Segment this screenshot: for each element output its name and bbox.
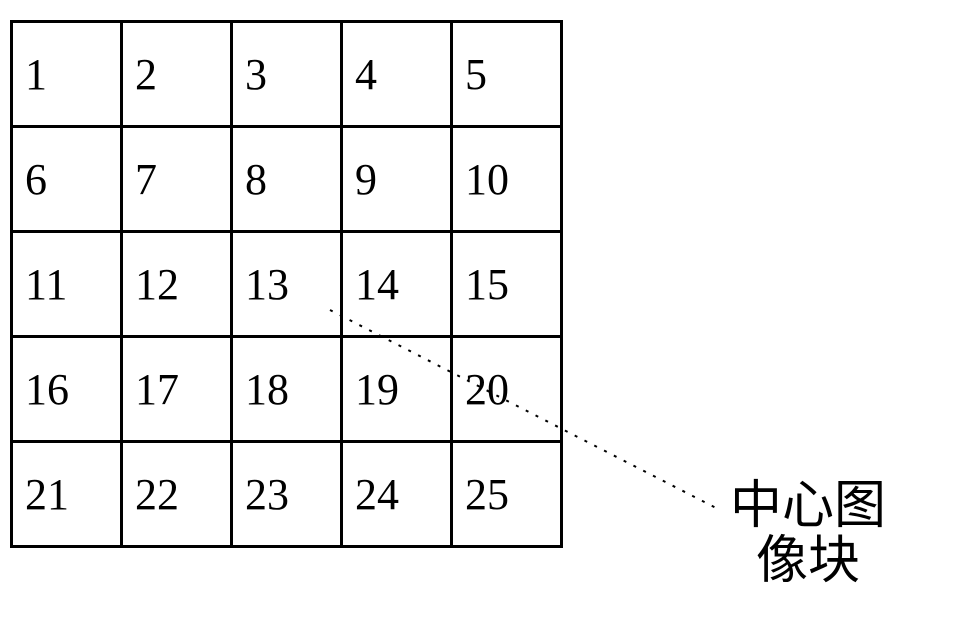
- table-row: 6 7 8 9 10: [12, 127, 562, 232]
- grid-cell: 11: [12, 232, 122, 337]
- table-row: 21 22 23 24 25: [12, 442, 562, 547]
- grid-cell: 24: [342, 442, 452, 547]
- caption-label: 中心图 像块: [730, 480, 886, 589]
- numbered-grid: 1 2 3 4 5 6 7 8 9 10 11 12 13 14 15 16 1…: [10, 20, 563, 548]
- table-row: 16 17 18 19 20: [12, 337, 562, 442]
- grid-cell: 15: [452, 232, 562, 337]
- grid-cell: 2: [122, 22, 232, 127]
- grid-cell: 6: [12, 127, 122, 232]
- grid-cell: 22: [122, 442, 232, 547]
- grid-cell: 18: [232, 337, 342, 442]
- grid-cell: 20: [452, 337, 562, 442]
- grid-cell: 4: [342, 22, 452, 127]
- grid-cell: 16: [12, 337, 122, 442]
- grid-cell: 21: [12, 442, 122, 547]
- grid-cell: 17: [122, 337, 232, 442]
- table-row: 11 12 13 14 15: [12, 232, 562, 337]
- grid-cell: 12: [122, 232, 232, 337]
- grid-cell: 1: [12, 22, 122, 127]
- grid-cell: 13: [232, 232, 342, 337]
- grid-cell: 9: [342, 127, 452, 232]
- caption-line-2: 像块: [730, 535, 886, 590]
- grid-cell: 3: [232, 22, 342, 127]
- grid-cell: 7: [122, 127, 232, 232]
- table-row: 1 2 3 4 5: [12, 22, 562, 127]
- grid-cell: 14: [342, 232, 452, 337]
- grid-cell: 10: [452, 127, 562, 232]
- grid-cell: 8: [232, 127, 342, 232]
- grid-cell: 23: [232, 442, 342, 547]
- caption-line-1: 中心图: [730, 480, 886, 535]
- grid-cell: 19: [342, 337, 452, 442]
- grid-cell: 25: [452, 442, 562, 547]
- grid-cell: 5: [452, 22, 562, 127]
